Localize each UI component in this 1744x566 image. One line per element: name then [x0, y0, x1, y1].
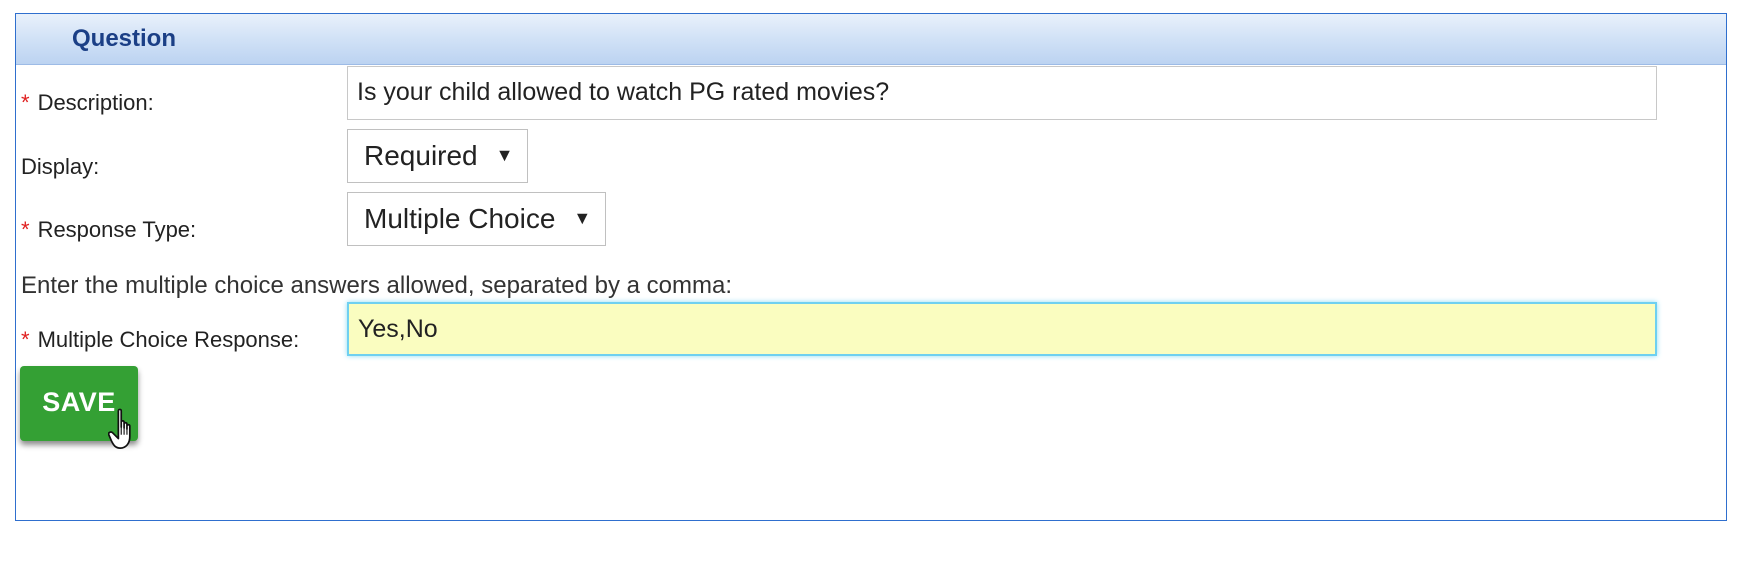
response-type-select-value: Multiple Choice [364, 203, 556, 234]
multiple-choice-response-input[interactable]: Yes,No [347, 302, 1657, 356]
chevron-down-icon: ▼ [495, 145, 514, 165]
multiple-choice-response-label: * Multiple Choice Response: [21, 327, 300, 352]
response-type-label: * Response Type: [21, 217, 197, 242]
required-marker: * [21, 327, 30, 352]
display-label: Display: [21, 154, 100, 179]
required-marker: * [21, 217, 30, 242]
required-marker: * [21, 90, 30, 115]
hand-pointer-icon [108, 408, 131, 449]
panel-header: Question [16, 14, 1726, 65]
response-type-select[interactable]: Multiple Choice ▼ [347, 192, 607, 246]
question-panel: Question * Description: Is your child all… [15, 13, 1727, 521]
display-select[interactable]: Required ▼ [347, 129, 529, 183]
panel-title: Question [72, 25, 177, 52]
display-select-value: Required [364, 140, 478, 171]
description-label: * Description: [21, 90, 154, 115]
description-input[interactable]: Is your child allowed to watch PG rated … [347, 66, 1657, 120]
chevron-down-icon: ▼ [573, 208, 592, 228]
instruction-text: Enter the multiple choice answers allowe… [21, 272, 733, 299]
